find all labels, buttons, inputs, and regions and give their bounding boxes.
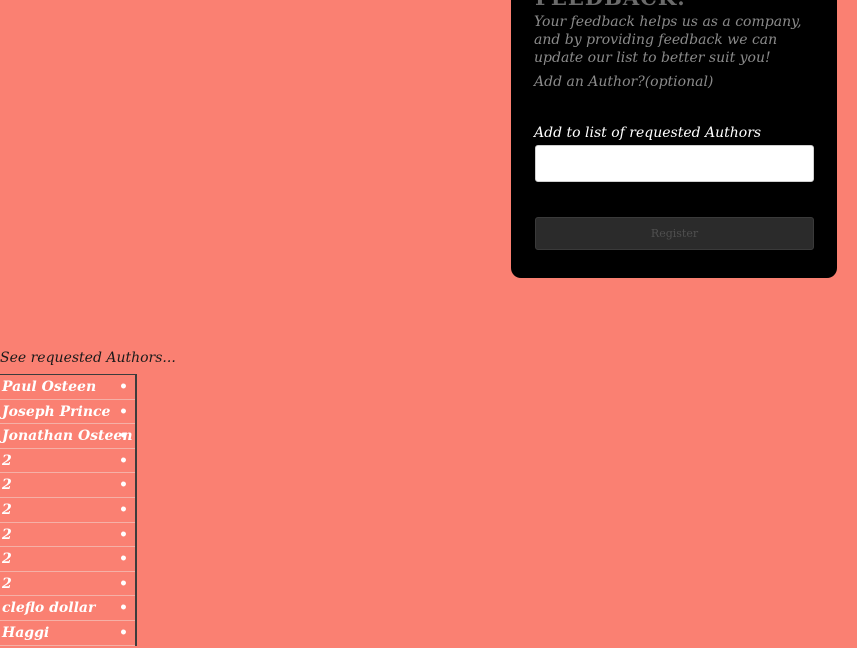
author-name: 2 — [2, 452, 12, 469]
author-list-item: 2 • — [0, 547, 135, 572]
author-name: Jonathan Osteen — [2, 428, 133, 445]
author-list-item: Haggi • — [0, 621, 135, 646]
author-list-item: 2 • — [0, 572, 135, 597]
feedback-title: FEEDBACK: — [535, 0, 686, 10]
bullet-icon: • — [119, 600, 128, 617]
bullet-icon: • — [119, 477, 128, 494]
author-list-item: 2 • — [0, 498, 135, 523]
author-name: 2 — [2, 477, 12, 494]
author-name: 2 — [2, 526, 12, 543]
author-name: 2 — [2, 501, 12, 518]
author-name: Haggi — [2, 624, 50, 641]
author-name: Joseph Prince — [2, 403, 111, 420]
bullet-icon: • — [119, 575, 128, 592]
author-list-item: 2 • — [0, 449, 135, 474]
bullet-icon: • — [119, 501, 128, 518]
author-list-item: cleflo dollar • — [0, 596, 135, 621]
feedback-description: Your feedback helps us as a company, and… — [534, 14, 802, 66]
author-name: Paul Osteen — [2, 379, 97, 395]
add-author-optional-label: Add an Author?(optional) — [534, 74, 714, 90]
bullet-icon: • — [119, 624, 128, 641]
bullet-icon: • — [119, 379, 128, 395]
bullet-icon: • — [119, 551, 128, 568]
author-list-item: Joseph Prince • — [0, 400, 135, 425]
bullet-icon: • — [119, 403, 128, 420]
see-requested-authors-label: See requested Authors... — [0, 350, 176, 366]
requested-authors-list: Paul Osteen • Joseph Prince • Jonathan Ostee… — [0, 374, 137, 646]
author-list-item: 2 • — [0, 473, 135, 498]
register-button[interactable]: Register — [535, 217, 814, 250]
author-list-item: Jonathan Osteen • — [0, 424, 135, 449]
author-list-item: 2 • — [0, 523, 135, 548]
bullet-icon: • — [119, 526, 128, 543]
bullet-icon: • — [119, 452, 128, 469]
add-author-label: Add to list of requested Authors — [534, 125, 762, 141]
author-input[interactable] — [535, 145, 814, 182]
author-name: cleflo dollar — [2, 600, 96, 617]
author-name: 2 — [2, 575, 12, 592]
bullet-icon: • — [119, 428, 128, 445]
feedback-panel: FEEDBACK: Your feedback helps us as a co… — [511, 0, 837, 278]
author-name: 2 — [2, 551, 12, 568]
author-list-item: Paul Osteen • — [0, 375, 135, 400]
